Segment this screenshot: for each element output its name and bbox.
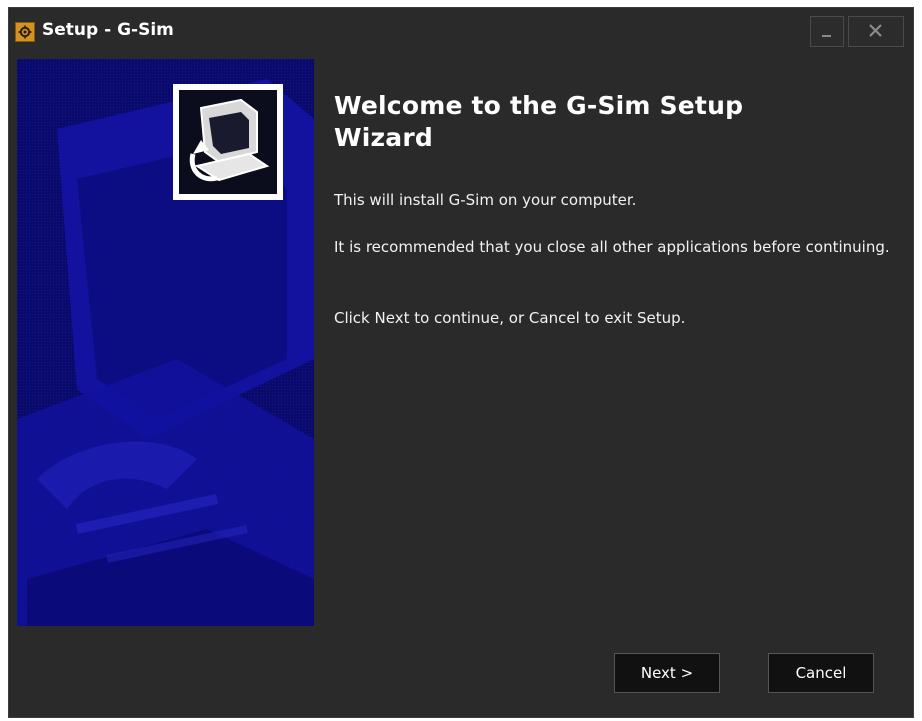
close-button[interactable] [848,16,904,47]
setup-logo [173,84,283,200]
minimize-icon [822,35,831,37]
page-title: Welcome to the G-Sim Setup Wizard [334,91,744,152]
setup-app-icon [15,22,35,42]
install-description: This will install G-Sim on your computer… [334,191,637,209]
computer-install-icon [189,98,270,182]
wizard-side-image [17,59,314,626]
welcome-content: Welcome to the G-Sim Setup Wizard This w… [334,90,904,327]
close-icon [869,24,882,37]
cancel-button[interactable]: Cancel [768,653,874,693]
next-button[interactable]: Next > [614,653,720,693]
close-apps-advice: It is recommended that you close all oth… [334,238,890,256]
continue-instructions: Click Next to continue, or Cancel to exi… [334,309,686,327]
minimize-button[interactable] [810,16,844,47]
title-bar[interactable]: Setup - G-Sim [9,8,913,56]
window-title: Setup - G-Sim [42,20,174,40]
setup-window: Setup - G-Sim Welcome to the G-Sim Setup… [8,7,914,718]
